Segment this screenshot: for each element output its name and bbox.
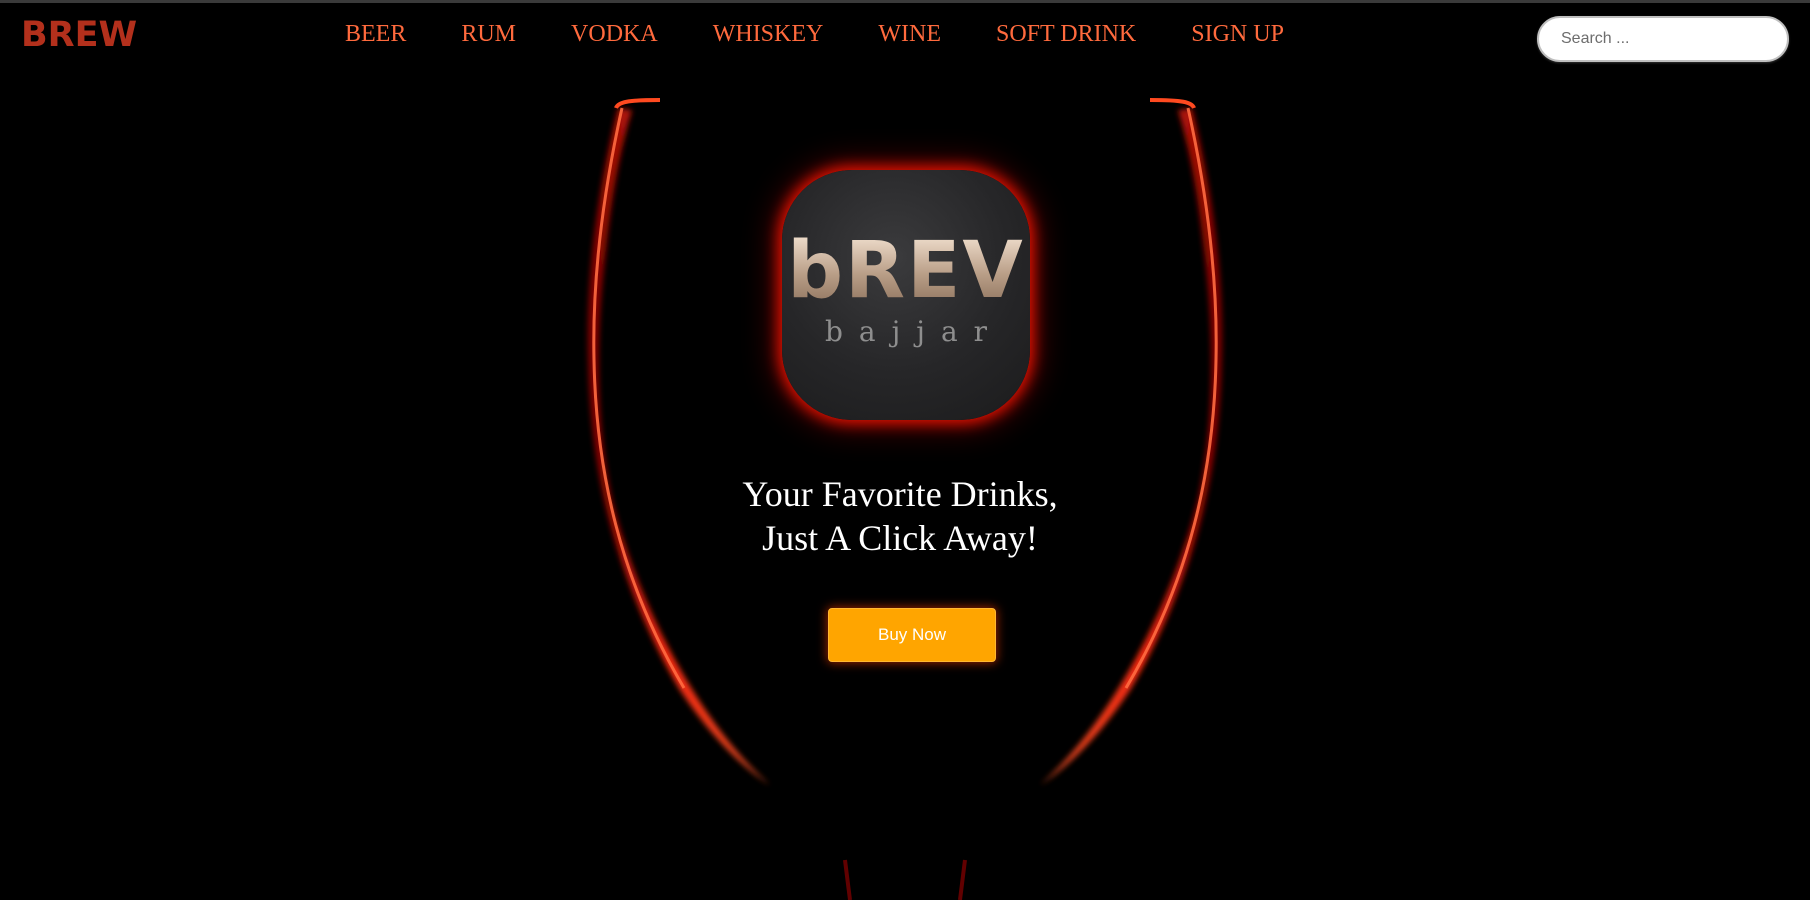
nav-soft-drink[interactable]: SOFT DRINK <box>996 22 1136 46</box>
nav-wine[interactable]: WINE <box>878 22 941 46</box>
tagline-line-2: Just A Click Away! <box>762 518 1038 558</box>
logo-subtext: bajjar <box>824 315 1004 348</box>
nav-whiskey[interactable]: WHISKEY <box>713 22 824 46</box>
wine-glass-graphic <box>587 98 1223 900</box>
search-input[interactable] <box>1537 16 1789 62</box>
window-top-strip <box>0 0 1810 3</box>
nav-vodka[interactable]: VODKA <box>571 22 658 46</box>
nav-rum[interactable]: RUM <box>461 22 516 46</box>
logo-wordmark: bREV <box>782 232 1030 310</box>
tagline-line-1: Your Favorite Drinks, <box>742 474 1058 514</box>
main-nav: BEER RUM VODKA WHISKEY WINE SOFT DRINK S… <box>345 22 1284 46</box>
brand-logo-text[interactable]: BREW <box>21 18 137 53</box>
buy-now-button[interactable]: Buy Now <box>828 608 996 662</box>
hero-tagline: Your Favorite Drinks, Just A Click Away! <box>600 472 1200 560</box>
nav-sign-up[interactable]: SIGN UP <box>1191 22 1284 46</box>
brev-bajjar-logo: bREV bajjar <box>782 170 1030 420</box>
nav-beer[interactable]: BEER <box>345 22 406 46</box>
